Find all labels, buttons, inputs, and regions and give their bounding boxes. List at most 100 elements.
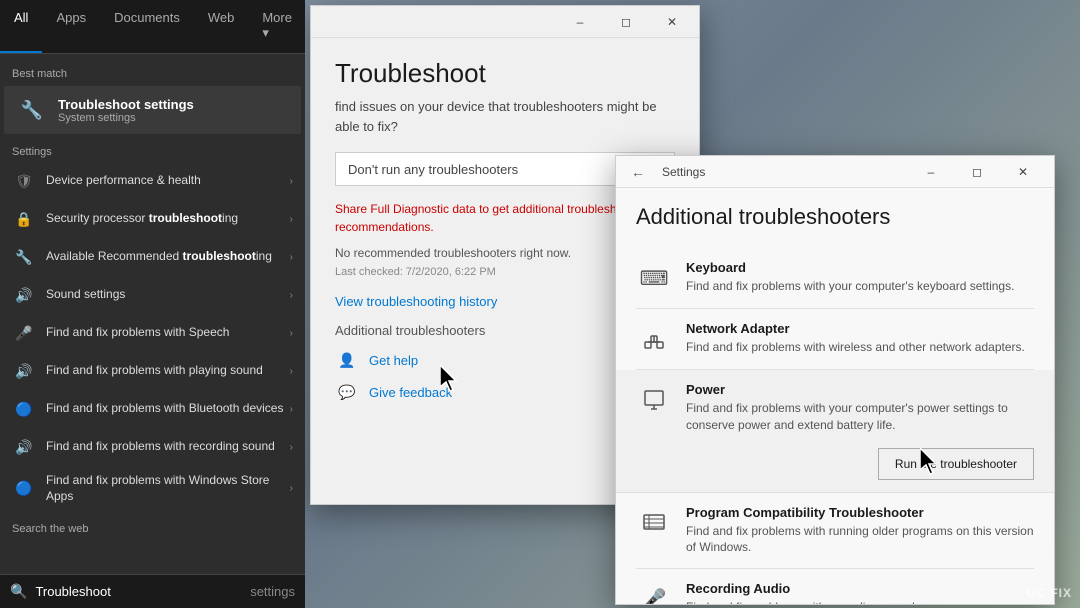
power-name: Power [686, 382, 1034, 397]
titlebar-controls: – ◻ ✕ [908, 156, 1046, 188]
best-match-title: Troubleshoot settings [58, 97, 194, 112]
chevron-right-icon-6: › [290, 366, 293, 377]
search-tabs: All Apps Documents Web More ▾ [0, 0, 305, 54]
menu-item-sound[interactable]: 🔊 Sound settings › [0, 276, 305, 314]
menu-item-security-proc[interactable]: 🔒 Security processor troubleshooting › [0, 200, 305, 238]
chevron-right-icon-2: › [290, 214, 293, 225]
tab-web[interactable]: Web [194, 0, 249, 53]
lock-icon: 🔒 [12, 207, 36, 231]
dropdown-label: Don't run any troubleshooters [348, 162, 518, 177]
troubleshooter-compat: Program Compatibility Troubleshooter Fin… [636, 493, 1034, 570]
menu-item-security-text: Security processor troubleshooting [46, 211, 290, 227]
keyboard-desc: Find and fix problems with your computer… [686, 278, 1034, 295]
search-results: Best match 🔧 Troubleshoot settings Syste… [0, 54, 305, 574]
troubleshoot-title: Troubleshoot [335, 58, 675, 89]
search-input[interactable] [35, 584, 250, 599]
feedback-icon: 💬 [335, 380, 359, 404]
keyboard-icon: ⌨ [636, 260, 672, 296]
keyboard-info: Keyboard Find and fix problems with your… [686, 260, 1034, 295]
get-help-text[interactable]: Get help [369, 353, 418, 368]
maximize-button[interactable]: ◻ [603, 6, 649, 38]
troubleshoot-subtitle: find issues on your device that troubles… [335, 97, 675, 136]
keyboard-name: Keyboard [686, 260, 1034, 275]
start-menu: All Apps Documents Web More ▾ Best match… [0, 0, 305, 608]
tab-documents[interactable]: Documents [100, 0, 194, 53]
search-web-label: Search the web [0, 517, 305, 539]
menu-item-store-apps[interactable]: 🔵 Find and fix problems with Windows Sto… [0, 466, 305, 511]
close-button[interactable]: ✕ [649, 6, 695, 38]
menu-item-recording-sound-text: Find and fix problems with recording sou… [46, 439, 290, 455]
menu-item-available-rec[interactable]: 🔧 Available Recommended troubleshooting … [0, 238, 305, 276]
menu-item-bluetooth[interactable]: 🔵 Find and fix problems with Bluetooth d… [0, 390, 305, 428]
store-icon: 🔵 [12, 477, 36, 501]
recording-info: Recording Audio Find and fix problems wi… [686, 581, 1034, 604]
tab-all[interactable]: All [0, 0, 42, 53]
recording-desc: Find and fix problems with recording sou… [686, 599, 1034, 604]
menu-item-available-text: Available Recommended troubleshooting [46, 249, 290, 265]
sound-icon-2: 🔊 [12, 359, 36, 383]
best-match-item[interactable]: 🔧 Troubleshoot settings System settings [4, 86, 301, 134]
chevron-right-icon-7: › [290, 404, 293, 415]
minimize-button-2[interactable]: – [908, 156, 954, 188]
compat-icon [636, 505, 672, 541]
shield-icon: 🛡 [12, 169, 36, 193]
menu-item-device-perf-text: Device performance & health [46, 173, 290, 189]
bluetooth-icon: 🔵 [12, 397, 36, 421]
sound-icon-3: 🔊 [12, 435, 36, 459]
chevron-right-icon-3: › [290, 252, 293, 263]
menu-item-speech-text: Find and fix problems with Speech [46, 325, 290, 341]
additional-titlebar: ← Settings – ◻ ✕ [616, 156, 1054, 188]
chevron-right-icon: › [290, 176, 293, 187]
recording-name: Recording Audio [686, 581, 1034, 596]
menu-item-playing-sound-text: Find and fix problems with playing sound [46, 363, 290, 379]
troubleshooter-network: Network Adapter Find and fix problems wi… [636, 309, 1034, 370]
help-icon: 👤 [335, 348, 359, 372]
mic-icon: 🎤 [12, 321, 36, 345]
chevron-right-icon-4: › [290, 290, 293, 301]
menu-item-recording-sound[interactable]: 🔊 Find and fix problems with recording s… [0, 428, 305, 466]
network-info: Network Adapter Find and fix problems wi… [686, 321, 1034, 356]
compat-name: Program Compatibility Troubleshooter [686, 505, 1034, 520]
menu-item-playing-sound[interactable]: 🔊 Find and fix problems with playing sou… [0, 352, 305, 390]
chevron-right-icon-8: › [290, 442, 293, 453]
tab-apps[interactable]: Apps [42, 0, 100, 53]
menu-item-bluetooth-text: Find and fix problems with Bluetooth dev… [46, 401, 290, 417]
menu-item-device-perf[interactable]: 🛡 Device performance & health › [0, 162, 305, 200]
settings-section: Settings 🛡 Device performance & health ›… [0, 136, 305, 517]
watermark: UC FIX [1027, 586, 1072, 600]
titlebar-nav: ← [624, 158, 652, 186]
power-icon [636, 382, 672, 418]
chevron-right-icon-5: › [290, 328, 293, 339]
troubleshooter-recording: 🎤 Recording Audio Find and fix problems … [636, 569, 1034, 604]
menu-item-sound-text: Sound settings [46, 287, 290, 303]
maximize-button-2[interactable]: ◻ [954, 156, 1000, 188]
run-troubleshooter-button[interactable]: Run the troubleshooter [878, 448, 1034, 480]
best-match-text: Troubleshoot settings System settings [58, 97, 194, 124]
wrench-icon: 🔧 [12, 245, 36, 269]
troubleshooter-power: Power Find and fix problems with your co… [616, 370, 1054, 493]
titlebar-label: Settings [662, 165, 908, 179]
troubleshooter-keyboard: ⌨ Keyboard Find and fix problems with yo… [636, 248, 1034, 309]
power-desc: Find and fix problems with your computer… [686, 400, 1034, 434]
power-info: Power Find and fix problems with your co… [686, 382, 1034, 480]
additional-title: Additional troubleshooters [636, 204, 1034, 230]
compat-desc: Find and fix problems with running older… [686, 523, 1034, 557]
compat-info: Program Compatibility Troubleshooter Fin… [686, 505, 1034, 557]
menu-item-store-text: Find and fix problems with Windows Store… [46, 473, 290, 504]
recording-icon: 🎤 [636, 581, 672, 604]
tab-more[interactable]: More ▾ [248, 0, 306, 53]
minimize-button[interactable]: – [557, 6, 603, 38]
additional-troubleshooters-window: ← Settings – ◻ ✕ Additional troubleshoot… [615, 155, 1055, 605]
menu-item-speech[interactable]: 🎤 Find and fix problems with Speech › [0, 314, 305, 352]
best-match-icon: 🔧 [16, 94, 48, 126]
network-name: Network Adapter [686, 321, 1034, 336]
search-suffix: settings [250, 584, 295, 599]
give-feedback-text[interactable]: Give feedback [369, 385, 452, 400]
best-match-subtitle: System settings [58, 112, 194, 124]
back-button[interactable]: ← [624, 158, 652, 186]
search-bar[interactable]: 🔍 settings [0, 574, 305, 608]
network-icon [636, 321, 672, 357]
troubleshoot-titlebar: – ◻ ✕ [311, 6, 699, 38]
close-button-2[interactable]: ✕ [1000, 156, 1046, 188]
settings-label: Settings [0, 142, 305, 162]
